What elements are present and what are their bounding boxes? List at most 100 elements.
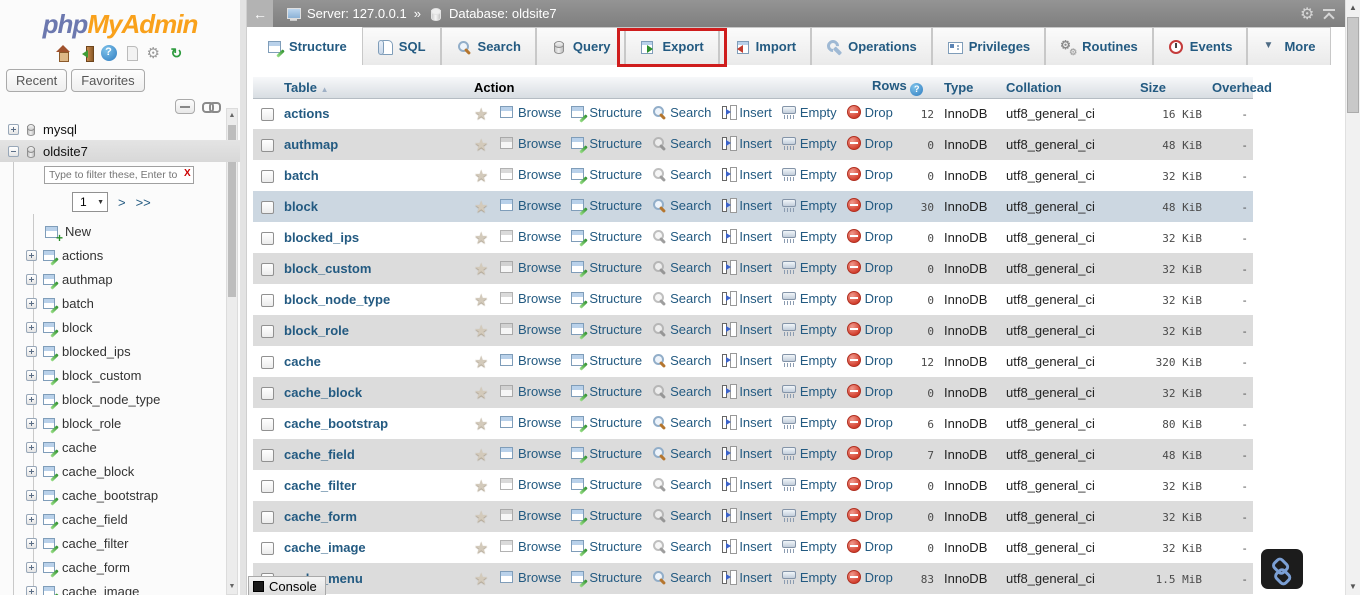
tab-events[interactable]: Events	[1152, 27, 1248, 65]
browse-action-link[interactable]: Browse	[499, 414, 561, 430]
size-value[interactable]: 1.5 MiB	[1156, 573, 1202, 586]
logout-icon[interactable]	[78, 45, 94, 62]
favorite-star-icon[interactable]	[474, 321, 491, 341]
row-checkbox[interactable]	[261, 108, 274, 122]
scroll-up-icon[interactable]: ▲	[1346, 0, 1360, 16]
console-bar[interactable]: Console	[248, 576, 326, 595]
row-checkbox[interactable]	[261, 542, 274, 556]
empty-action-link[interactable]: Empty	[781, 445, 837, 461]
empty-action-link[interactable]: Empty	[781, 383, 837, 399]
favorite-star-icon[interactable]	[474, 414, 491, 434]
size-value[interactable]: 320 KiB	[1156, 356, 1202, 369]
clear-filter-button[interactable]: X	[184, 168, 191, 179]
expand-icon[interactable]	[26, 489, 37, 501]
table-name-link[interactable]: blocked_ips	[284, 230, 359, 245]
insert-action-link[interactable]: Insert	[720, 476, 772, 492]
row-checkbox[interactable]	[261, 263, 274, 277]
expand-icon[interactable]	[26, 249, 37, 261]
insert-action-link[interactable]: Insert	[720, 538, 772, 554]
empty-action-link[interactable]: Empty	[781, 414, 837, 430]
table-name-link[interactable]: cache_bootstrap	[284, 416, 388, 431]
table-name-link[interactable]: cache	[284, 354, 321, 369]
size-value[interactable]: 48 KiB	[1162, 449, 1202, 462]
table-name-link[interactable]: block_role	[284, 323, 349, 338]
drop-action-link[interactable]: Drop	[846, 476, 893, 492]
sidebar-item-cache_form[interactable]: cache_form	[0, 555, 240, 579]
drop-action-link[interactable]: Drop	[846, 569, 893, 585]
page-link-button[interactable]	[1261, 549, 1303, 589]
browse-action-link[interactable]: Browse	[499, 321, 561, 337]
tab-routines[interactable]: Routines	[1045, 27, 1153, 65]
expand-icon[interactable]	[26, 585, 37, 595]
search-action-link[interactable]: Search	[651, 383, 711, 399]
tab-sql[interactable]: SQL	[361, 27, 441, 65]
next-page-link[interactable]: >	[118, 195, 126, 210]
refresh-icon[interactable]	[170, 45, 186, 62]
panel-resizer[interactable]	[240, 0, 247, 595]
sidebar-item-cache[interactable]: cache	[0, 435, 240, 459]
drop-action-link[interactable]: Drop	[846, 352, 893, 368]
search-action-link[interactable]: Search	[651, 290, 711, 306]
empty-action-link[interactable]: Empty	[781, 197, 837, 213]
row-checkbox[interactable]	[261, 201, 274, 215]
breadcrumb-database[interactable]: Database: oldsite7	[449, 6, 557, 21]
structure-action-link[interactable]: Structure	[570, 290, 642, 306]
empty-action-link[interactable]: Empty	[781, 259, 837, 275]
insert-action-link[interactable]: Insert	[720, 135, 772, 151]
search-action-link[interactable]: Search	[651, 507, 711, 523]
size-value[interactable]: 48 KiB	[1162, 139, 1202, 152]
size-value[interactable]: 32 KiB	[1162, 480, 1202, 493]
structure-action-link[interactable]: Structure	[570, 383, 642, 399]
row-checkbox[interactable]	[261, 356, 274, 370]
insert-action-link[interactable]: Insert	[720, 290, 772, 306]
browse-action-link[interactable]: Browse	[499, 383, 561, 399]
sort-by-type-link[interactable]: Type	[944, 80, 973, 95]
structure-action-link[interactable]: Structure	[570, 569, 642, 585]
favorite-star-icon[interactable]	[474, 352, 491, 372]
structure-action-link[interactable]: Structure	[570, 104, 642, 120]
row-checkbox[interactable]	[261, 387, 274, 401]
sidebar-item-block[interactable]: block	[0, 315, 240, 339]
structure-action-link[interactable]: Structure	[570, 197, 642, 213]
sidebar-item-blocked_ips[interactable]: blocked_ips	[0, 339, 240, 363]
back-button[interactable]: ←	[247, 0, 273, 27]
search-action-link[interactable]: Search	[651, 414, 711, 430]
favorite-star-icon[interactable]	[474, 166, 491, 186]
drop-action-link[interactable]: Drop	[846, 290, 893, 306]
empty-action-link[interactable]: Empty	[781, 104, 837, 120]
sort-by-table-link[interactable]: Table ▲	[284, 80, 329, 95]
insert-action-link[interactable]: Insert	[720, 228, 772, 244]
search-action-link[interactable]: Search	[651, 166, 711, 182]
size-value[interactable]: 80 KiB	[1162, 418, 1202, 431]
search-action-link[interactable]: Search	[651, 352, 711, 368]
size-value[interactable]: 32 KiB	[1162, 511, 1202, 524]
last-page-link[interactable]: >>	[136, 195, 151, 210]
size-value[interactable]: 32 KiB	[1162, 170, 1202, 183]
favorite-star-icon[interactable]	[474, 476, 491, 496]
table-name-link[interactable]: cache_image	[284, 540, 366, 555]
drop-action-link[interactable]: Drop	[846, 104, 893, 120]
collapse-all-button[interactable]	[175, 98, 195, 114]
search-action-link[interactable]: Search	[651, 569, 711, 585]
browse-action-link[interactable]: Browse	[499, 352, 561, 368]
size-value[interactable]: 32 KiB	[1162, 232, 1202, 245]
favorite-star-icon[interactable]	[474, 228, 491, 248]
expand-icon[interactable]	[26, 513, 37, 525]
search-action-link[interactable]: Search	[651, 135, 711, 151]
row-checkbox[interactable]	[261, 480, 274, 494]
size-value[interactable]: 48 KiB	[1162, 201, 1202, 214]
table-name-link[interactable]: cache_block	[284, 385, 362, 400]
sidebar-item-block_role[interactable]: block_role	[0, 411, 240, 435]
expand-icon[interactable]	[26, 369, 37, 381]
browse-action-link[interactable]: Browse	[499, 228, 561, 244]
settings-icon[interactable]	[147, 44, 163, 62]
table-name-link[interactable]: batch	[284, 168, 319, 183]
tab-privileges[interactable]: Privileges	[931, 27, 1046, 65]
sidebar-item-cache_image[interactable]: cache_image	[0, 579, 240, 595]
empty-action-link[interactable]: Empty	[781, 569, 837, 585]
tab-search[interactable]: Search	[440, 27, 536, 65]
browse-action-link[interactable]: Browse	[499, 259, 561, 275]
expand-icon[interactable]	[26, 537, 37, 549]
sidebar-item-actions[interactable]: actions	[0, 243, 240, 267]
page-settings-icon[interactable]	[1300, 4, 1316, 24]
